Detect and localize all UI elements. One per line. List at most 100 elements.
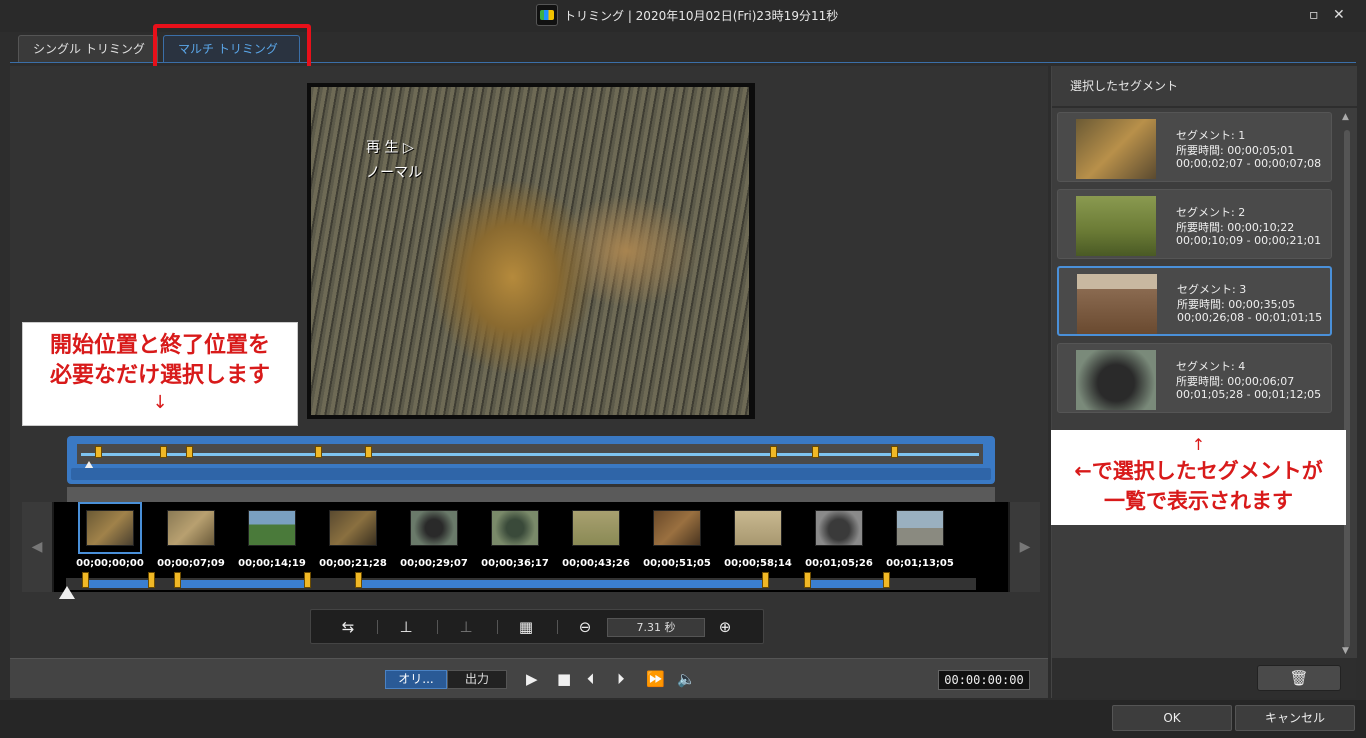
film-marker[interactable] bbox=[174, 572, 181, 588]
fast-forward-icon[interactable]: ⏩ bbox=[646, 669, 665, 689]
segment-name: セグメント: 3 bbox=[1177, 283, 1247, 296]
segment-duration: 所要時間: 00;00;10;22 bbox=[1176, 221, 1295, 234]
segment-scrollbar[interactable]: ▲ ▼ bbox=[1342, 112, 1352, 658]
segment-panel: 選択したセグメント セグメント: 1 所要時間: 00;00;05;01 00;… bbox=[1051, 66, 1357, 698]
segment-item[interactable]: セグメント: 4 所要時間: 00;00;06;07 00;01;05;28 -… bbox=[1057, 343, 1332, 413]
film-time-label: 00;00;00;00 bbox=[76, 558, 144, 569]
timeline-marker[interactable] bbox=[315, 446, 322, 458]
film-marker[interactable] bbox=[148, 572, 155, 588]
segment-range: 00;00;10;09 - 00;00;21;01 bbox=[1176, 234, 1322, 247]
play-icon[interactable]: ▶ bbox=[526, 669, 538, 689]
ok-button[interactable]: OK bbox=[1112, 705, 1232, 731]
tab-single-trimming[interactable]: シングル トリミング bbox=[18, 35, 158, 63]
film-segment[interactable] bbox=[808, 580, 888, 588]
film-segment[interactable] bbox=[84, 580, 150, 588]
timeline-marker[interactable] bbox=[95, 446, 102, 458]
timeline-marker[interactable] bbox=[891, 446, 898, 458]
film-marker[interactable] bbox=[304, 572, 311, 588]
film-marker[interactable] bbox=[883, 572, 890, 588]
chevron-right-icon[interactable]: ▶ bbox=[1010, 502, 1040, 592]
filmstrip: ◀ 00;00;00;00 00;00;07;09 00;00;14;19 00… bbox=[22, 502, 1040, 592]
segment-name: セグメント: 1 bbox=[1176, 129, 1246, 142]
video-overlay-play: 再 生 ▷ bbox=[366, 140, 414, 156]
arrow-down-icon: ↓ bbox=[152, 392, 168, 413]
film-time-label: 00;00;21;28 bbox=[319, 558, 387, 569]
mark-out-icon[interactable]: ⊥ bbox=[455, 618, 477, 636]
film-marker[interactable] bbox=[762, 572, 769, 588]
volume-icon[interactable]: 🔈 bbox=[677, 669, 696, 689]
stop-icon[interactable]: ■ bbox=[557, 669, 571, 689]
film-time-label: 00;00;51;05 bbox=[643, 558, 711, 569]
timeline-marker[interactable] bbox=[770, 446, 777, 458]
film-time-label: 00;00;07;09 bbox=[157, 558, 225, 569]
playback-bar: オリ... 出力 ▶ ■ ⏴ ⏵ ⏩ 🔈 00:00:00:00 bbox=[10, 658, 1048, 698]
film-thumbnail[interactable] bbox=[491, 510, 539, 546]
mode-output-button[interactable]: 出力 bbox=[447, 670, 507, 689]
next-frame-icon[interactable]: ⏵ bbox=[617, 669, 625, 689]
window-title: トリミング | 2020年10月02日(Fri)23時19分11秒 bbox=[564, 9, 839, 23]
timeline-marker[interactable] bbox=[812, 446, 819, 458]
mode-original-button[interactable]: オリ... bbox=[385, 670, 447, 689]
split-scenes-icon[interactable]: ▦ bbox=[515, 618, 537, 636]
film-thumbnail[interactable] bbox=[410, 510, 458, 546]
trash-icon: 🗑 bbox=[1289, 669, 1309, 687]
film-marker[interactable] bbox=[355, 572, 362, 588]
trimming-window: トリミング | 2020年10月02日(Fri)23時19分11秒 ▫ ✕ シン… bbox=[0, 0, 1366, 738]
segment-item[interactable]: セグメント: 1 所要時間: 00;00;05;01 00;00;02;07 -… bbox=[1057, 112, 1332, 182]
restore-icon[interactable]: ▫ bbox=[1309, 8, 1319, 22]
segment-panel-header: 選択したセグメント bbox=[1052, 66, 1357, 106]
film-segment[interactable] bbox=[178, 580, 307, 588]
delete-segment-button[interactable]: 🗑 bbox=[1257, 665, 1341, 691]
film-thumbnail[interactable] bbox=[572, 510, 620, 546]
zoom-out-icon[interactable]: ⊖ bbox=[574, 618, 596, 636]
close-icon[interactable]: ✕ bbox=[1333, 8, 1345, 22]
film-time-label: 00;00;29;07 bbox=[400, 558, 468, 569]
video-frame: 再 生 ▷ ノーマル bbox=[311, 87, 749, 415]
timeline-track[interactable] bbox=[77, 444, 983, 471]
zoom-in-icon[interactable]: ⊕ bbox=[714, 618, 736, 636]
mark-in-icon[interactable]: ⊥ bbox=[395, 618, 417, 636]
film-segment-bar[interactable] bbox=[66, 578, 976, 590]
timeline-marker[interactable] bbox=[365, 446, 372, 458]
segment-item-selected[interactable]: セグメント: 3 所要時間: 00;00;35;05 00;00;26;08 -… bbox=[1057, 266, 1332, 336]
film-marker[interactable] bbox=[82, 572, 89, 588]
timeline-marker[interactable] bbox=[186, 446, 193, 458]
film-thumbnail[interactable] bbox=[248, 510, 296, 546]
previous-frame-icon[interactable]: ⏴ bbox=[587, 669, 595, 689]
toolbar-separator bbox=[377, 620, 378, 634]
film-marker[interactable] bbox=[804, 572, 811, 588]
film-thumbnail[interactable] bbox=[167, 510, 215, 546]
segment-duration: 所要時間: 00;00;06;07 bbox=[1176, 375, 1295, 388]
segment-thumbnail bbox=[1076, 350, 1156, 410]
swap-icon[interactable]: ⇆ bbox=[337, 618, 359, 636]
segment-name: セグメント: 2 bbox=[1176, 206, 1246, 219]
film-segment[interactable] bbox=[358, 580, 764, 588]
scroll-track[interactable] bbox=[1344, 130, 1350, 648]
zoom-value: 7.31 秒 bbox=[607, 618, 705, 637]
main-timeline[interactable] bbox=[67, 436, 995, 511]
callout-left-line1: 開始位置と終了位置を bbox=[49, 333, 270, 358]
segment-list: セグメント: 1 所要時間: 00;00;05;01 00;00;02;07 -… bbox=[1052, 108, 1357, 658]
segment-range: 00;00;26;08 - 00;01;01;15 bbox=[1177, 311, 1323, 324]
scroll-up-icon[interactable]: ▲ bbox=[1342, 112, 1349, 122]
video-overlay-mode: ノーマル bbox=[366, 165, 422, 181]
scroll-down-icon[interactable]: ▼ bbox=[1342, 646, 1349, 656]
callout-left-line2: 必要なだけ選択します bbox=[49, 363, 270, 388]
callout-annotation-right: ↑ ←で選択したセグメントが 一覧で表示されます bbox=[1051, 430, 1346, 525]
arrow-up-icon: ↑ bbox=[1191, 435, 1206, 454]
film-thumbnail[interactable] bbox=[653, 510, 701, 546]
timeline-zoom-bar[interactable] bbox=[71, 468, 991, 511]
film-thumbnail[interactable] bbox=[734, 510, 782, 546]
film-playhead[interactable] bbox=[59, 586, 75, 599]
film-thumbnail[interactable] bbox=[329, 510, 377, 546]
film-thumbnail[interactable] bbox=[896, 510, 944, 546]
film-thumbnail[interactable] bbox=[815, 510, 863, 546]
chevron-left-icon[interactable]: ◀ bbox=[22, 502, 52, 592]
segment-item[interactable]: セグメント: 2 所要時間: 00;00;10;22 00;00;10;09 -… bbox=[1057, 189, 1332, 259]
filmstrip-thumbnails: 00;00;00;00 00;00;07;09 00;00;14;19 00;0… bbox=[54, 502, 1008, 592]
segment-range: 00;01;05;28 - 00;01;12;05 bbox=[1176, 388, 1322, 401]
cancel-button[interactable]: キャンセル bbox=[1235, 705, 1355, 731]
film-thumbnail[interactable] bbox=[78, 502, 142, 554]
timeline-marker[interactable] bbox=[160, 446, 167, 458]
film-time-label: 00;01;13;05 bbox=[886, 558, 954, 569]
